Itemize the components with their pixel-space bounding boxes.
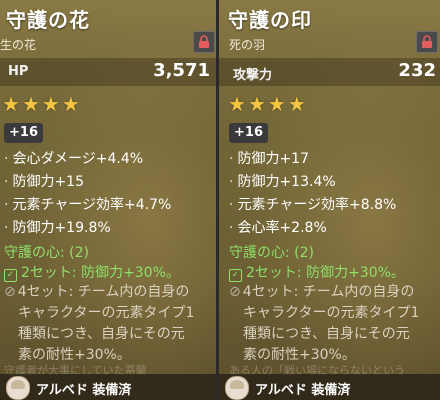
substat-item: · 防御力+19.8% xyxy=(4,220,111,236)
lock-button[interactable] xyxy=(193,31,215,53)
equipped-label: アルベド 装備済 xyxy=(255,383,351,398)
set-bonus-4pc: ⊘ 4セット: チーム内の自身の キャラクターの元素タイプ1 種類につき、自身にそ… xyxy=(229,284,420,363)
artifact-slot-label: 生の花 xyxy=(0,38,37,52)
artifact-slot-label: 死の羽 xyxy=(229,38,266,52)
substat-item: · 防御力+17 xyxy=(229,151,309,167)
substat-list: · 防御力+17 · 防御力+13.4% · 元素チャージ効率+8.8% · 会心率+2… xyxy=(229,148,396,240)
substat-item: · 元素チャージ効率+8.8% xyxy=(229,197,397,213)
main-stat-name: HP xyxy=(8,64,29,79)
disabled-icon: ⊘ xyxy=(4,284,16,300)
star-icon: ★ xyxy=(61,92,80,116)
main-stat-value: 3,571 xyxy=(153,60,210,81)
artifact-title: 守護の印 xyxy=(228,8,312,32)
disabled-icon: ⊘ xyxy=(229,284,241,300)
equipped-label: アルベド 装備済 xyxy=(36,383,132,398)
equipped-bar: アルベド 装備済 xyxy=(219,374,440,400)
star-icon: ★ xyxy=(267,92,286,116)
artifact-title: 守護の花 xyxy=(6,8,90,32)
star-icon: ★ xyxy=(287,92,306,116)
level-badge: +16 xyxy=(4,123,43,143)
star-icon: ★ xyxy=(228,92,246,116)
avatar xyxy=(6,376,30,400)
substat-item: · 元素チャージ効率+4.7% xyxy=(4,197,172,213)
equipped-bar: アルベド 装備済 xyxy=(0,374,216,400)
star-icon: ★ xyxy=(2,92,20,116)
set-name: 守護の心: (2) xyxy=(4,245,89,261)
avatar xyxy=(225,376,249,400)
check-icon: ✓ xyxy=(229,269,242,282)
star-icon: ★ xyxy=(247,92,266,116)
main-stat-name: 攻撃力 xyxy=(233,68,273,83)
star-icon: ★ xyxy=(21,92,40,116)
main-stat-value: 232 xyxy=(398,60,436,81)
substat-list: · 会心ダメージ+4.4% · 防御力+15 · 元素チャージ効率+4.7% · 防御力… xyxy=(4,148,171,240)
lock-icon xyxy=(199,35,209,48)
lock-icon xyxy=(422,35,432,48)
substat-item: · 防御力+13.4% xyxy=(229,174,336,190)
rarity-stars: ★ ★ ★ ★ xyxy=(2,92,82,116)
set-bonus-2pc: ✓ 2セット: 防御力+30%。 xyxy=(4,262,180,282)
artifact-card-right: 守護の印 死の羽 攻撃力 232 ★ ★ ★ ★ +16 · 防御力+17 · 防御力+1… xyxy=(219,0,440,400)
substat-item: · 防御力+15 xyxy=(4,174,84,190)
star-icon: ★ xyxy=(41,92,60,116)
check-icon: ✓ xyxy=(4,269,17,282)
artifact-card-left: 守護の花 生の花 HP 3,571 ★ ★ ★ ★ +16 · 会心ダメージ+4.4% … xyxy=(0,0,216,400)
rarity-stars: ★ ★ ★ ★ xyxy=(228,92,308,116)
set-bonus-2pc: ✓ 2セット: 防御力+30%。 xyxy=(229,262,405,282)
set-name: 守護の心: (2) xyxy=(229,245,314,261)
main-stat-row: HP 3,571 xyxy=(0,58,216,86)
substat-item: · 会心ダメージ+4.4% xyxy=(4,151,144,167)
level-badge: +16 xyxy=(229,123,268,143)
substat-item: · 会心率+2.8% xyxy=(229,220,327,236)
set-bonus-4pc: ⊘ 4セット: チーム内の自身の キャラクターの元素タイプ1 種類につき、自身にそ… xyxy=(4,284,195,363)
main-stat-row: 攻撃力 232 xyxy=(219,58,440,86)
lock-button[interactable] xyxy=(416,31,438,53)
